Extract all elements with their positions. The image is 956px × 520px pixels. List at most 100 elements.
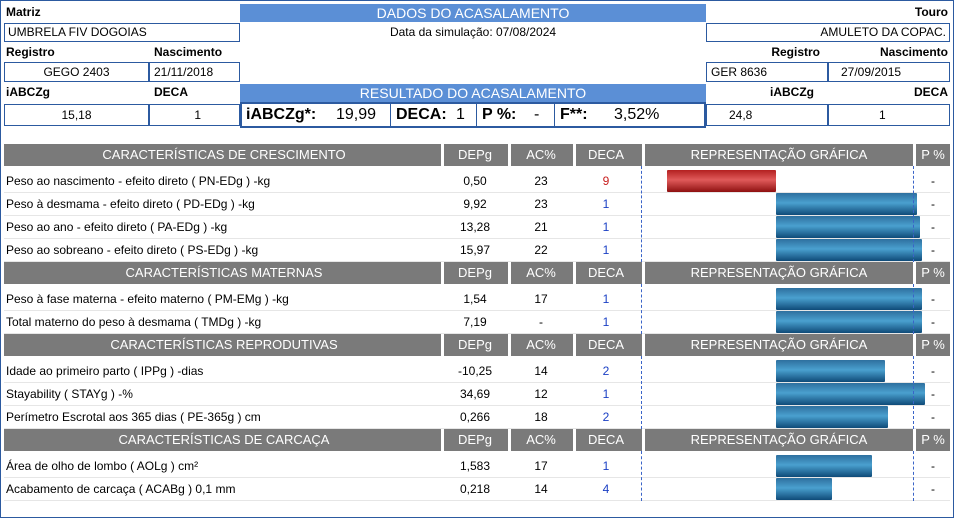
matriz-registro-label: Registro	[6, 45, 55, 59]
section-header: CARACTERÍSTICAS DE CARCAÇA DEPg AC% DECA REP…	[4, 429, 950, 451]
trait-p: -	[931, 220, 935, 234]
trait-bar	[776, 455, 872, 477]
trait-name: Área de olho de lombo ( AOLg ) cm²	[6, 459, 199, 473]
matriz-label: Matriz	[6, 5, 41, 19]
resultado-deca-label: DECA:	[396, 106, 447, 123]
trait-depg: 34,69	[459, 387, 491, 401]
trait-ac: 17	[534, 459, 548, 473]
trait-name: Total materno do peso à desmama ( TMDg )…	[6, 315, 262, 329]
guide-line	[641, 166, 642, 262]
trait-ac: 23	[534, 174, 548, 188]
guide-line	[913, 166, 914, 262]
touro-nascimento: 27/09/2015	[828, 62, 950, 82]
column-ac-header: AC%	[526, 265, 556, 280]
column-deca-header: DECA	[587, 265, 625, 280]
trait-depg: 1,54	[463, 292, 487, 306]
trait-deca: 1	[602, 315, 610, 329]
column-deca-header: DECA	[587, 337, 625, 352]
touro-iabczg: 24,8	[706, 104, 828, 126]
trait-name: Peso à desmama - efeito direto ( PD-EDg …	[6, 197, 255, 211]
trait-p: -	[931, 364, 935, 378]
trait-depg: 0,218	[459, 482, 491, 496]
trait-deca: 1	[602, 459, 610, 473]
touro-iabczg-label: iABCZg	[770, 85, 814, 99]
guide-line	[641, 451, 642, 501]
trait-deca: 1	[602, 197, 610, 211]
touro-deca-label: DECA	[913, 85, 948, 99]
trait-ac: 18	[534, 410, 548, 424]
column-ac-header: AC%	[526, 337, 556, 352]
trait-ac: 21	[534, 220, 548, 234]
section-header: CARACTERÍSTICAS MATERNAS DEPg AC% DECA REPRE…	[4, 262, 950, 284]
traits-table: CARACTERÍSTICAS DE CRESCIMENTO DEPg AC% DEC…	[4, 144, 950, 501]
resultado-f-value: 3,52%	[614, 106, 660, 123]
trait-bar	[667, 170, 776, 192]
column-p-header: P %	[921, 147, 945, 162]
resultado-title: RESULTADO DO ACASALAMENTO	[240, 84, 706, 102]
column-depg-header: DEPg	[458, 432, 492, 447]
trait-bar	[776, 360, 885, 382]
column-ac-header: AC%	[526, 147, 556, 162]
column-depg-header: DEPg	[458, 337, 492, 352]
trait-row: Perímetro Escrotal aos 365 dias ( PE-365…	[4, 406, 950, 429]
column-graph-header: REPRESENTAÇÃO GRÁFICA	[690, 147, 868, 162]
resultado-iabczg-value: 19,99	[336, 106, 377, 123]
trait-deca: 2	[602, 364, 610, 378]
trait-p: -	[931, 197, 935, 211]
trait-bar	[776, 193, 917, 215]
touro-name: AMULETO DA COPAC.	[706, 23, 950, 42]
trait-row: Stayability ( STAYg ) -% 34,69 12 1-	[4, 383, 950, 406]
matriz-registro: GEGO 2403	[4, 62, 149, 82]
resultado-f-label: F**:	[560, 106, 588, 123]
section-header: CARACTERÍSTICAS REPRODUTIVAS DEPg AC% DECA R…	[4, 334, 950, 356]
touro-registro-label: Registro	[771, 45, 820, 59]
trait-ac: 14	[534, 364, 548, 378]
matriz-nascimento-label: Nascimento	[154, 45, 223, 59]
column-depg-header: DEPg	[458, 147, 492, 162]
guide-line	[913, 284, 914, 334]
trait-bar	[776, 311, 922, 333]
guide-line	[641, 356, 642, 429]
trait-bar	[776, 239, 922, 261]
guide-line	[913, 356, 914, 429]
column-graph-header: REPRESENTAÇÃO GRÁFICA	[690, 337, 868, 352]
trait-bar	[776, 288, 922, 310]
column-p-header: P %	[921, 432, 945, 447]
trait-name: Peso ao ano - efeito direto ( PA-EDg ) -…	[6, 220, 228, 234]
dados-title: DADOS DO ACASALAMENTO	[240, 4, 706, 22]
trait-row: Total materno do peso à desmama ( TMDg )…	[4, 311, 950, 334]
matriz-iabczg-label: iABCZg	[6, 85, 50, 99]
trait-deca: 4	[602, 482, 610, 496]
trait-depg: -10,25	[457, 364, 493, 378]
column-graph-header: REPRESENTAÇÃO GRÁFICA	[690, 432, 868, 447]
section-header: CARACTERÍSTICAS DE CRESCIMENTO DEPg AC% DEC…	[4, 144, 950, 166]
resultado-p-label: P %:	[482, 106, 517, 123]
trait-row: Acabamento de carcaça ( ACABg ) 0,1 mm 0,…	[4, 478, 950, 501]
trait-bar	[776, 216, 920, 238]
resultado-p-value: -	[534, 106, 540, 123]
trait-deca: 1	[602, 387, 610, 401]
trait-name: Peso ao nascimento - efeito direto ( PN-…	[6, 174, 271, 188]
guide-line	[913, 451, 914, 501]
trait-name: Idade ao primeiro parto ( IPPg ) -dias	[6, 364, 204, 378]
trait-row: Peso ao sobreano - efeito direto ( PS-ED…	[4, 239, 950, 262]
guide-line	[641, 284, 642, 334]
trait-name: Perímetro Escrotal aos 365 dias ( PE-365…	[6, 410, 261, 424]
trait-name: Stayability ( STAYg ) -%	[6, 387, 133, 401]
matriz-iabczg: 15,18	[4, 104, 149, 126]
trait-name: Peso ao sobreano - efeito direto ( PS-ED…	[6, 243, 259, 257]
matriz-name: UMBRELA FIV DOGOIAS	[4, 23, 240, 42]
trait-row: Peso ao ano - efeito direto ( PA-EDg ) -…	[4, 216, 950, 239]
trait-depg: 13,28	[459, 220, 491, 234]
touro-deca: 1	[828, 104, 950, 126]
trait-depg: 15,97	[459, 243, 491, 257]
trait-ac: 14	[534, 482, 548, 496]
column-p-header: P %	[921, 337, 945, 352]
column-p-header: P %	[921, 265, 945, 280]
trait-ac: 22	[534, 243, 548, 257]
trait-depg: 9,92	[463, 197, 487, 211]
trait-depg: 0,266	[459, 410, 491, 424]
trait-name: Acabamento de carcaça ( ACABg ) 0,1 mm	[6, 482, 236, 496]
trait-deca: 1	[602, 243, 610, 257]
trait-ac: 17	[534, 292, 548, 306]
